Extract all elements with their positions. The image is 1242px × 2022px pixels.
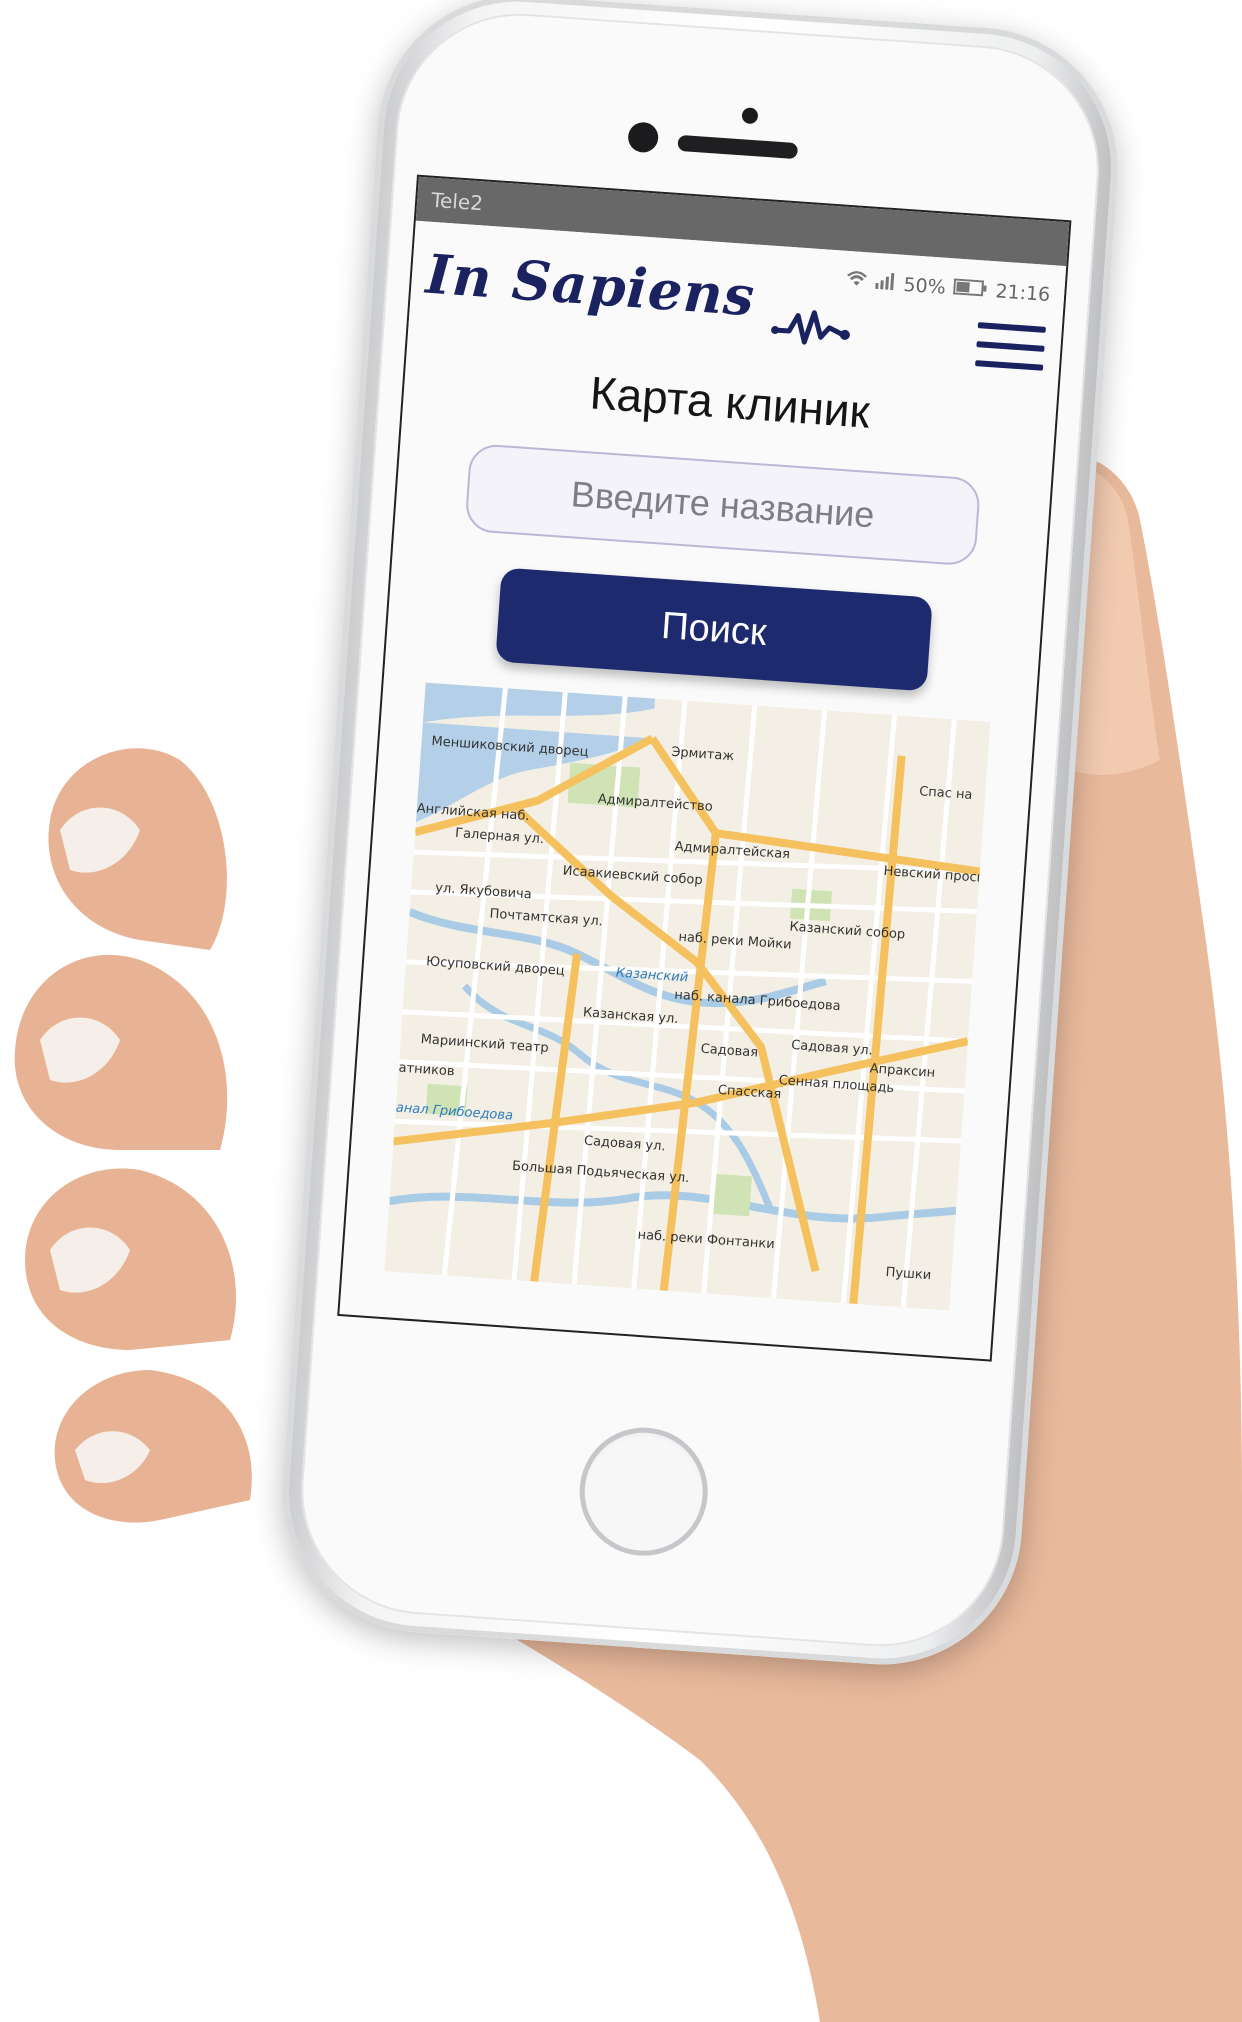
svg-text:Исаакиевский собор: Исаакиевский собор <box>562 864 703 889</box>
signal-icon <box>875 271 897 295</box>
svg-text:Мариинский театр: Мариинский театр <box>420 1032 549 1056</box>
phone-device: Tele2 50% 21:16 In Sapiens Карта клиник … <box>273 0 1127 1674</box>
svg-text:Спас на: Спас на <box>919 784 973 803</box>
svg-text:Садовая: Садовая <box>700 1042 758 1061</box>
svg-text:Садовая ул.: Садовая ул. <box>583 1134 666 1155</box>
clinic-search-input[interactable] <box>464 443 982 567</box>
hamburger-menu-icon[interactable] <box>974 322 1046 379</box>
svg-text:Садовая ул.: Садовая ул. <box>791 1038 874 1059</box>
svg-text:Пушки: Пушки <box>885 1265 932 1283</box>
phone-screen: Tele2 50% 21:16 In Sapiens Карта клиник … <box>339 176 1070 1360</box>
heartbeat-icon <box>771 310 850 345</box>
clinic-map[interactable]: Эрмитаж Меншиковский дворец Адмиралтейст… <box>384 682 991 1311</box>
wifi-icon <box>845 269 869 293</box>
svg-text:Апраксин: Апраксин <box>869 1061 935 1081</box>
map-canvas[interactable]: Эрмитаж Меншиковский дворец Адмиралтейст… <box>384 682 990 1311</box>
svg-text:ул. Якубовича: ул. Якубовича <box>435 881 532 903</box>
search-button[interactable]: Поиск <box>495 567 933 692</box>
battery-level: 50% <box>902 273 947 299</box>
carrier-label: Tele2 <box>430 187 484 216</box>
battery-icon <box>953 277 988 301</box>
svg-text:Галерная ул.: Галерная ул. <box>455 826 545 847</box>
svg-text:атников: атников <box>398 1061 455 1080</box>
clock: 21:16 <box>994 279 1051 306</box>
app-logo[interactable]: In Sapiens <box>424 242 757 329</box>
svg-text:Большая Подьяческая ул.: Большая Подьяческая ул. <box>512 1159 690 1186</box>
